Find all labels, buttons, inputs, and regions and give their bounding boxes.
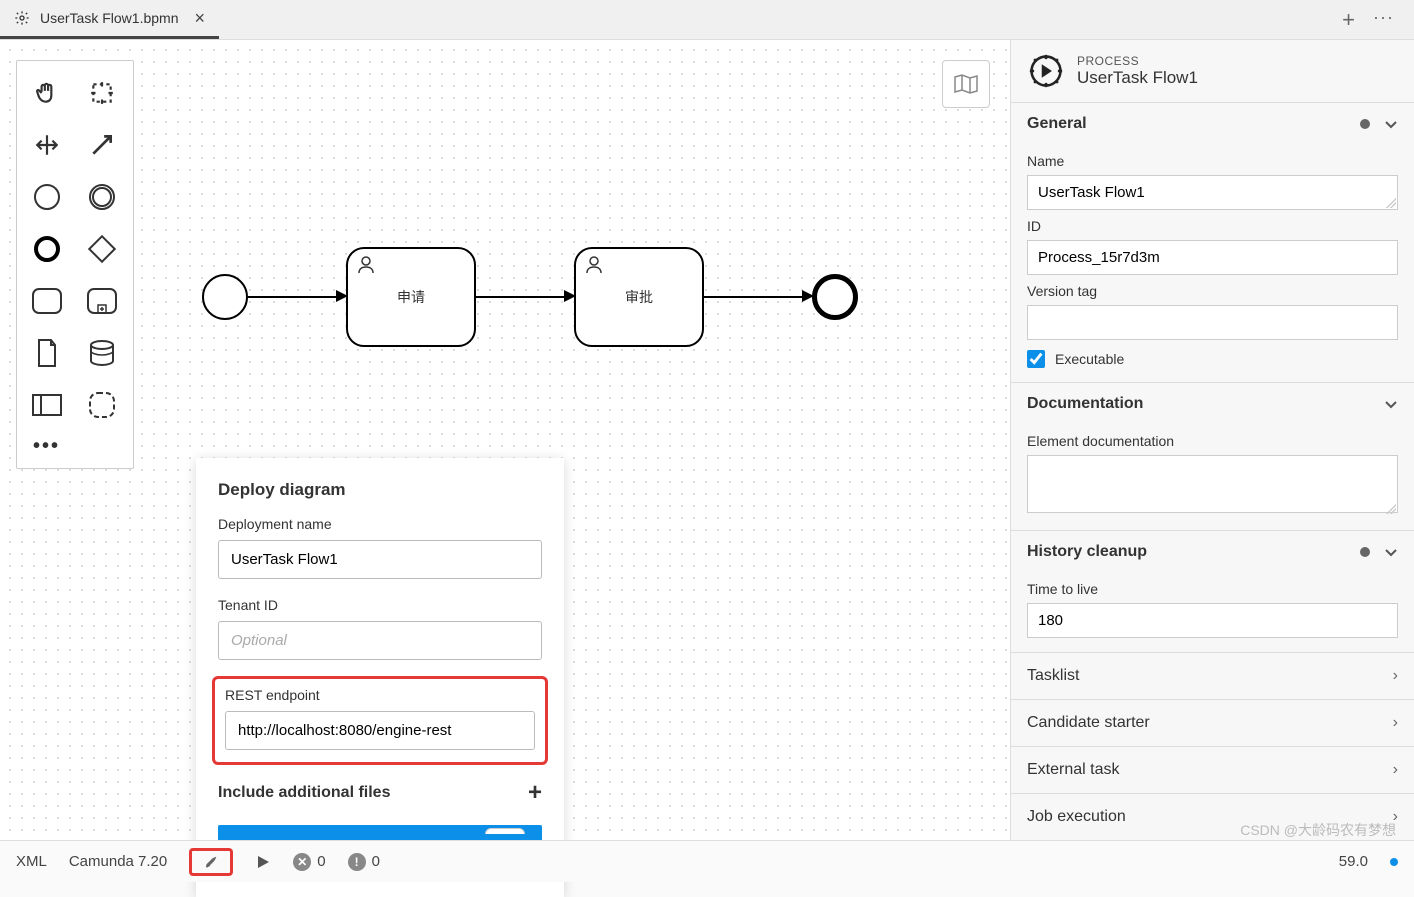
rest-endpoint-label: REST endpoint bbox=[225, 687, 535, 703]
gateway-tool[interactable] bbox=[78, 227, 126, 271]
element-doc-input[interactable] bbox=[1027, 455, 1398, 513]
chevron-down-icon bbox=[1384, 397, 1398, 411]
add-tab-icon[interactable]: + bbox=[1342, 7, 1355, 33]
sequence-flow[interactable] bbox=[704, 296, 810, 298]
dot-indicator-icon bbox=[1360, 547, 1370, 557]
deployment-name-input[interactable] bbox=[218, 540, 542, 579]
section-general-header[interactable]: General bbox=[1011, 103, 1414, 145]
ttl-input[interactable] bbox=[1027, 603, 1398, 638]
chevron-right-icon: › bbox=[1393, 714, 1398, 732]
executable-label: Executable bbox=[1055, 351, 1124, 367]
subprocess-tool[interactable] bbox=[78, 279, 126, 323]
file-tab[interactable]: UserTask Flow1.bpmn × bbox=[0, 0, 219, 39]
hand-tool[interactable] bbox=[23, 71, 71, 115]
chevron-right-icon: › bbox=[1393, 761, 1398, 779]
gear-icon bbox=[14, 10, 30, 26]
user-task-approve[interactable]: 审批 bbox=[574, 247, 704, 347]
tool-palette: ••• bbox=[16, 60, 134, 469]
map-icon bbox=[953, 73, 979, 95]
name-label: Name bbox=[1027, 153, 1398, 169]
lasso-tool[interactable] bbox=[78, 71, 126, 115]
data-object-tool[interactable] bbox=[23, 331, 71, 375]
group-tool[interactable] bbox=[78, 383, 126, 427]
status-bar: XML Camunda 7.20 ✕0 !0 59.0 bbox=[0, 840, 1414, 882]
start-event[interactable] bbox=[202, 274, 248, 320]
include-files-label: Include additional files bbox=[218, 784, 390, 802]
executable-checkbox[interactable] bbox=[1027, 350, 1045, 368]
deploy-shortcut-highlight[interactable] bbox=[189, 848, 233, 876]
rest-endpoint-highlight: REST endpoint bbox=[212, 676, 548, 765]
ttl-label: Time to live bbox=[1027, 581, 1398, 597]
user-task-apply[interactable]: 申请 bbox=[346, 247, 476, 347]
play-icon bbox=[255, 854, 271, 870]
process-icon bbox=[1029, 54, 1063, 88]
tab-bar: UserTask Flow1.bpmn × + ··· bbox=[0, 0, 1414, 40]
warning-count[interactable]: !0 bbox=[348, 853, 380, 871]
panel-title: UserTask Flow1 bbox=[1077, 68, 1198, 88]
section-external-task[interactable]: External task› bbox=[1011, 746, 1414, 793]
name-input[interactable] bbox=[1027, 175, 1398, 210]
pool-tool[interactable] bbox=[23, 383, 71, 427]
tenant-id-label: Tenant ID bbox=[218, 597, 542, 613]
chevron-right-icon: › bbox=[1393, 808, 1398, 826]
zoom-level[interactable]: 59.0 bbox=[1339, 853, 1368, 870]
version-tag-input[interactable] bbox=[1027, 305, 1398, 340]
sequence-flow[interactable] bbox=[476, 296, 572, 298]
user-icon bbox=[356, 255, 376, 275]
tab-menu-icon[interactable]: ··· bbox=[1373, 7, 1394, 33]
error-count[interactable]: ✕0 bbox=[293, 853, 325, 871]
error-icon: ✕ bbox=[293, 853, 311, 871]
section-job-execution[interactable]: Job execution› bbox=[1011, 793, 1414, 840]
deploy-title: Deploy diagram bbox=[218, 480, 542, 500]
tenant-id-input[interactable] bbox=[218, 621, 542, 660]
engine-version[interactable]: Camunda 7.20 bbox=[69, 853, 167, 870]
task-label: 审批 bbox=[625, 287, 653, 307]
minimap-toggle[interactable] bbox=[942, 60, 990, 108]
warning-icon: ! bbox=[348, 853, 366, 871]
chevron-down-icon bbox=[1384, 117, 1398, 131]
intermediate-event-tool[interactable] bbox=[78, 175, 126, 219]
canvas[interactable]: ••• 申请 审批 Deploy diagram Deployment name bbox=[0, 40, 1010, 840]
element-doc-label: Element documentation bbox=[1027, 433, 1398, 449]
close-icon[interactable]: × bbox=[195, 8, 206, 29]
end-event[interactable] bbox=[812, 274, 858, 320]
chevron-right-icon: › bbox=[1393, 667, 1398, 685]
end-event-tool[interactable] bbox=[23, 227, 71, 271]
xml-toggle[interactable]: XML bbox=[16, 853, 47, 870]
rocket-icon bbox=[202, 853, 220, 871]
more-tools[interactable]: ••• bbox=[23, 435, 127, 458]
dot-indicator-icon bbox=[1360, 119, 1370, 129]
user-icon bbox=[584, 255, 604, 275]
section-candidate-starter[interactable]: Candidate starter› bbox=[1011, 699, 1414, 746]
version-tag-label: Version tag bbox=[1027, 283, 1398, 299]
sequence-flow[interactable] bbox=[248, 296, 344, 298]
status-dot-icon bbox=[1390, 858, 1398, 866]
id-input[interactable] bbox=[1027, 240, 1398, 275]
rest-endpoint-input[interactable] bbox=[225, 711, 535, 750]
play-button[interactable] bbox=[255, 854, 271, 870]
data-store-tool[interactable] bbox=[78, 331, 126, 375]
section-tasklist[interactable]: Tasklist› bbox=[1011, 652, 1414, 699]
panel-caption: PROCESS bbox=[1077, 54, 1198, 68]
chevron-down-icon bbox=[1384, 545, 1398, 559]
panel-drag-handle[interactable] bbox=[485, 828, 525, 834]
space-tool[interactable] bbox=[23, 123, 71, 167]
start-event-tool[interactable] bbox=[23, 175, 71, 219]
task-label: 申请 bbox=[397, 287, 425, 307]
deployment-name-label: Deployment name bbox=[218, 516, 542, 532]
properties-panel: PROCESS UserTask Flow1 General Name ID V… bbox=[1010, 40, 1414, 840]
add-file-icon[interactable]: + bbox=[528, 779, 542, 807]
section-documentation-header[interactable]: Documentation bbox=[1011, 383, 1414, 425]
connect-tool[interactable] bbox=[78, 123, 126, 167]
tab-title: UserTask Flow1.bpmn bbox=[40, 10, 179, 26]
task-tool[interactable] bbox=[23, 279, 71, 323]
section-history-header[interactable]: History cleanup bbox=[1011, 531, 1414, 573]
id-label: ID bbox=[1027, 218, 1398, 234]
